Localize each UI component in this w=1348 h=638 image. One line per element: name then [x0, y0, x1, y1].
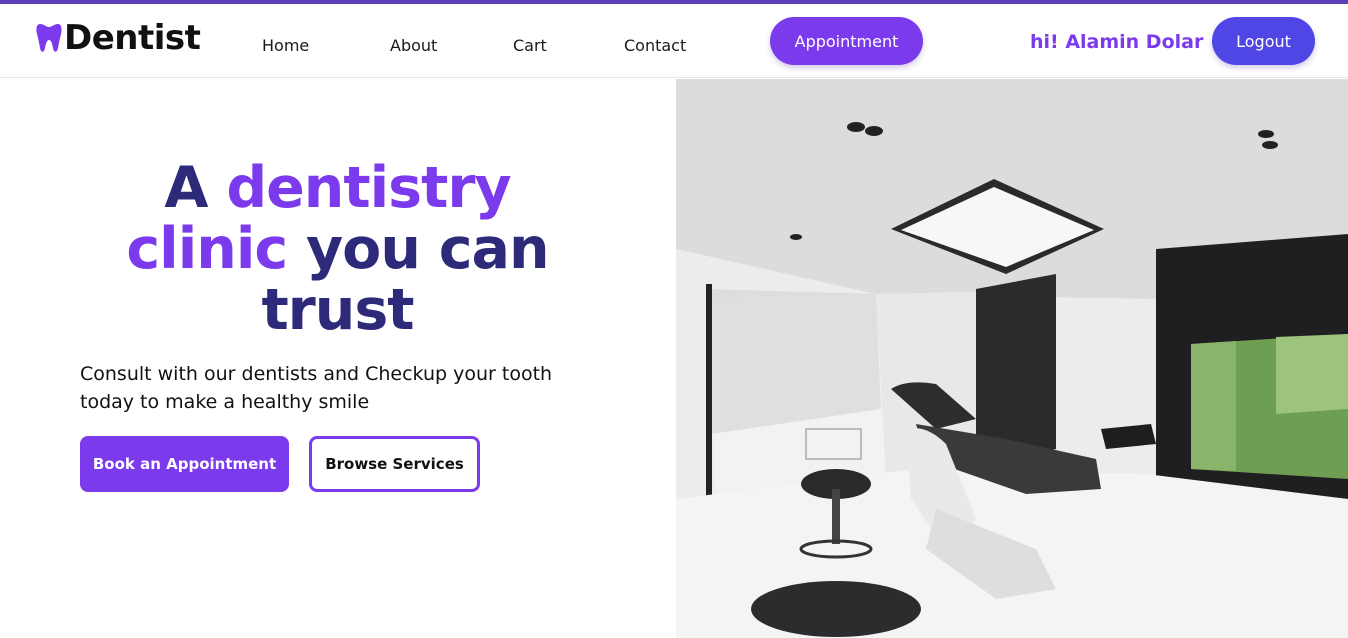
- logout-button[interactable]: Logout: [1212, 17, 1315, 65]
- tooth-icon: [36, 24, 62, 52]
- dental-clinic-photo: [676, 79, 1348, 638]
- book-appointment-button[interactable]: Book an Appointment: [80, 436, 289, 492]
- hero-title: A dentistry clinic you can trust: [60, 158, 615, 341]
- browse-services-button[interactable]: Browse Services: [309, 436, 480, 492]
- nav-link-contact[interactable]: Contact: [624, 36, 686, 56]
- nav-link-about[interactable]: About: [390, 36, 437, 56]
- clinic-illustration: [676, 79, 1348, 638]
- nav-link-cart[interactable]: Cart: [513, 36, 547, 56]
- brand-logo[interactable]: Dentist: [36, 18, 201, 58]
- navbar: Dentist Home About Cart Contact Appointm…: [0, 4, 1348, 78]
- hero-title-part2: you can trust: [261, 216, 549, 343]
- nav-link-home[interactable]: Home: [262, 36, 309, 56]
- hero-subtitle: Consult with our dentists and Checkup yo…: [80, 363, 553, 413]
- user-greeting: hi! Alamin Dolar: [1030, 31, 1204, 53]
- hero-title-part1: A: [164, 155, 227, 221]
- hero-title-accent1: dentistry: [226, 155, 511, 221]
- appointment-button[interactable]: Appointment: [770, 17, 923, 65]
- hero-title-accent2: clinic: [126, 216, 288, 282]
- brand-name: Dentist: [64, 18, 201, 58]
